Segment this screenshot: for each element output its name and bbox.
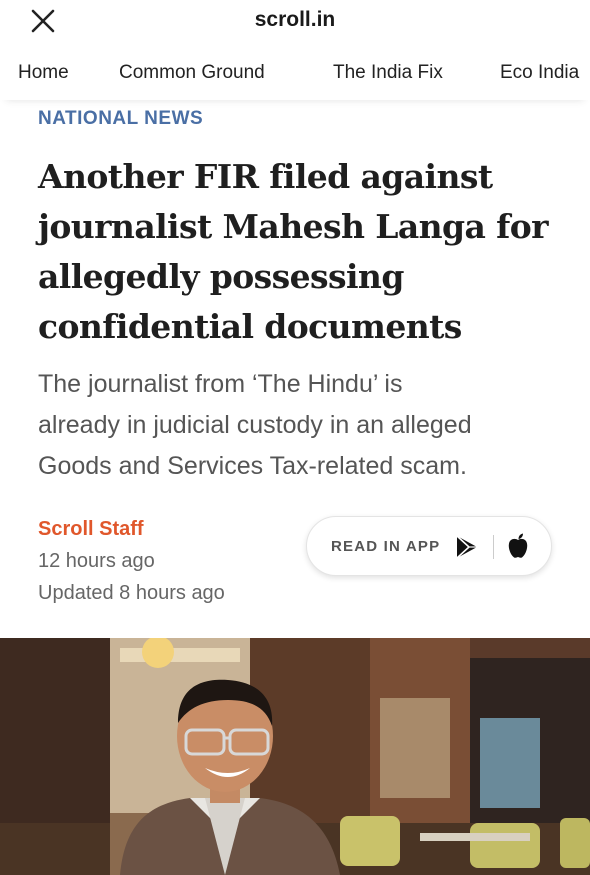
nav-item-the-india-fix[interactable]: The India Fix: [333, 62, 443, 84]
read-in-app-label: READ IN APP: [331, 538, 441, 555]
divider: [493, 535, 494, 559]
site-title: scroll.in: [254, 8, 336, 31]
updated-time: Updated 8 hours ago: [38, 582, 225, 604]
subhead-line: already in judicial custody in an allege…: [38, 411, 472, 439]
nav-bar: Home Common Ground The India Fix Eco Ind…: [0, 52, 590, 100]
article-subhead: The journalist from ‘The Hindu’ is alrea…: [38, 364, 558, 487]
headline-line: allegedly possessing: [38, 257, 404, 296]
nav-item-common-ground[interactable]: Common Ground: [119, 62, 265, 84]
headline-line: Another FIR filed against: [38, 157, 493, 196]
headline-line: journalist Mahesh Langa for: [38, 207, 549, 246]
section-label[interactable]: NATIONAL NEWS: [38, 108, 203, 130]
read-in-app-button[interactable]: READ IN APP: [306, 516, 552, 576]
headline-line: confidential documents: [38, 307, 462, 346]
subhead-line: The journalist from ‘The Hindu’ is: [38, 370, 403, 398]
article-headline: Another FIR filed against journalist Mah…: [38, 152, 558, 352]
nav-item-home[interactable]: Home: [18, 62, 69, 84]
published-time: 12 hours ago: [38, 550, 155, 572]
subhead-line: Goods and Services Tax-related scam.: [38, 452, 467, 480]
apple-icon[interactable]: [506, 532, 530, 560]
article-lead-photo: [0, 638, 590, 875]
author-link[interactable]: Scroll Staff: [38, 518, 144, 541]
nav-item-eco-india[interactable]: Eco India: [500, 62, 579, 84]
google-play-icon[interactable]: [454, 534, 480, 560]
top-bar: scroll.in: [0, 0, 590, 42]
